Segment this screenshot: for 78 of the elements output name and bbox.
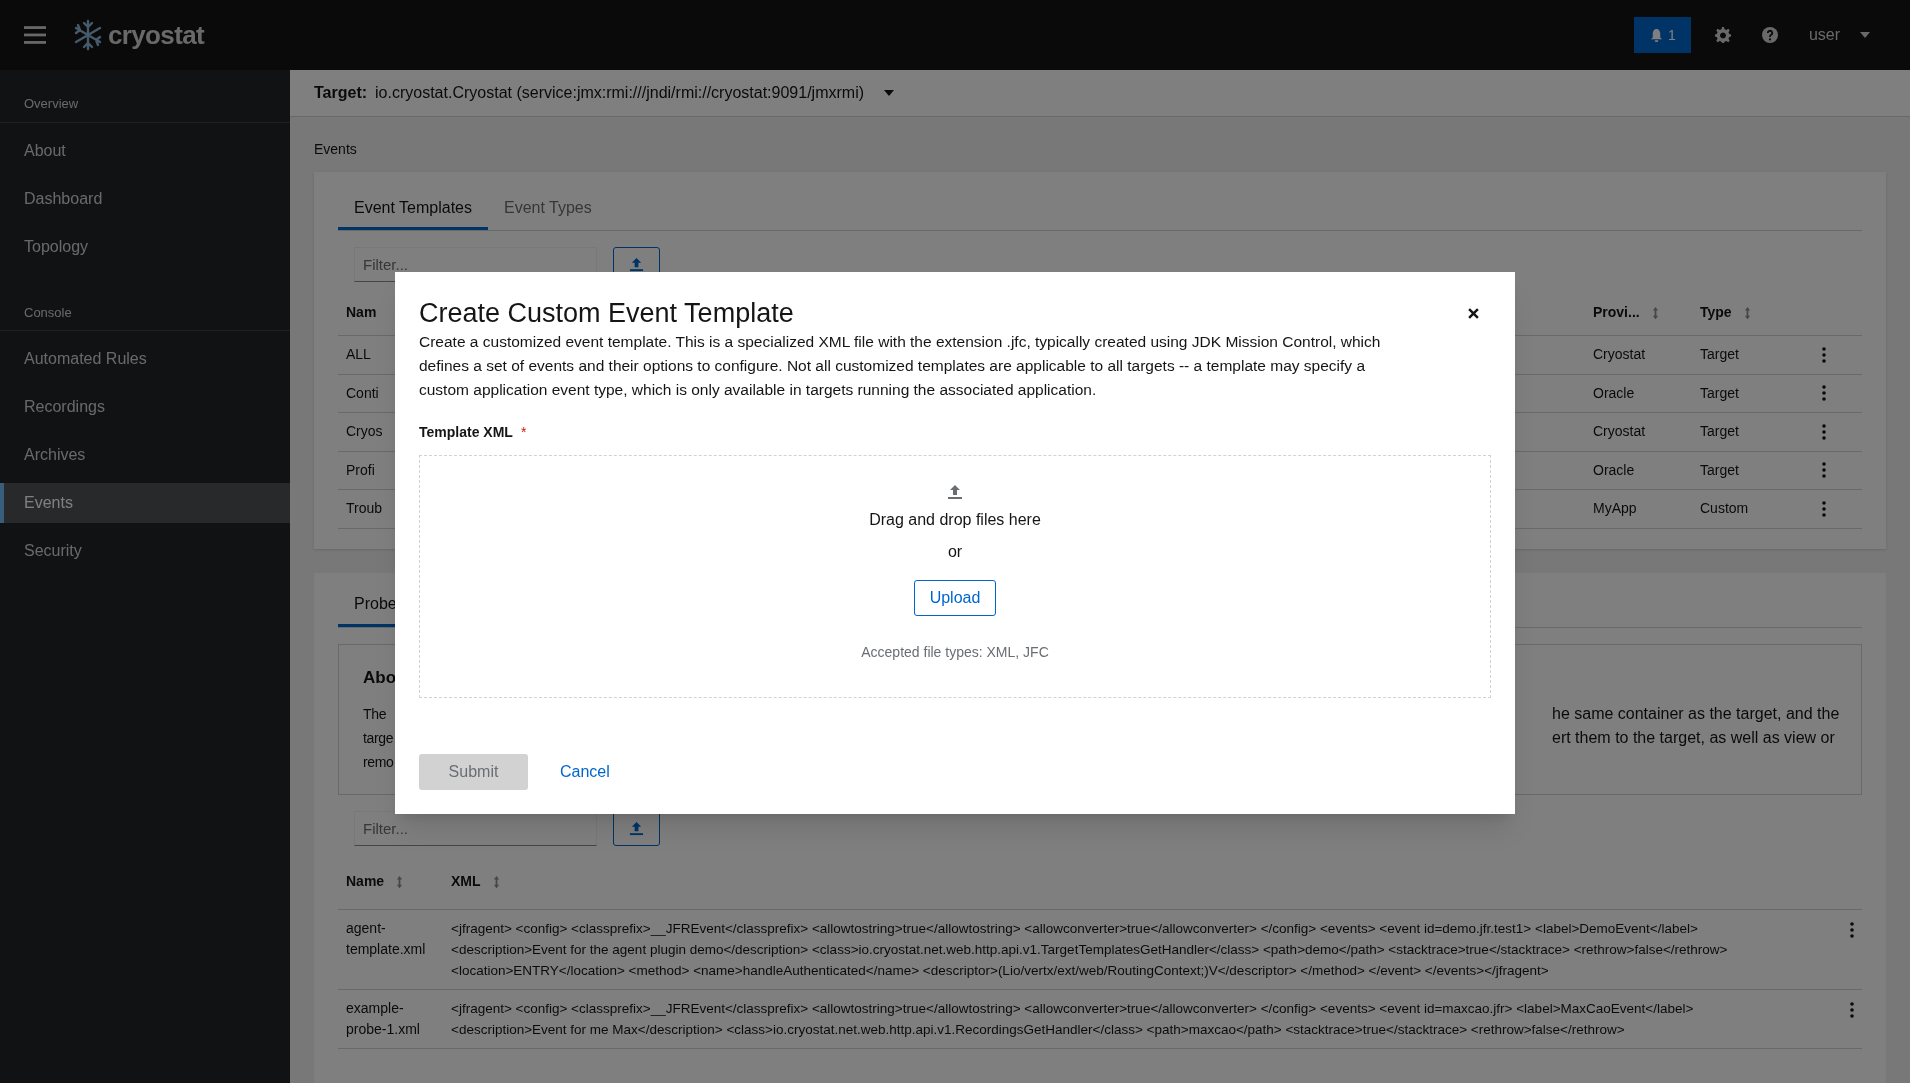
cancel-link[interactable]: Cancel	[560, 760, 610, 784]
close-icon[interactable]	[1468, 308, 1479, 319]
table-cell-text: Target	[1700, 383, 1740, 403]
table-cell-text: Target	[1700, 460, 1740, 480]
help-icon[interactable]	[1761, 27, 1778, 43]
file-drop-zone[interactable]: Drag and drop files here or Upload Accepted file types: XML, JFC	[419, 455, 1491, 698]
or-text: or	[947, 542, 963, 562]
table-cell-text: Custom	[1700, 499, 1750, 519]
xml-text: <description>Event for the agent plugin demo</description> <class>io.cryostat.net.web.http.api.v1.TargetTemplatesGetHandler</class> <path>demo</path> <stacktrace>true</stacktrace> <rethrow>false</rethrow>	[451, 941, 1729, 959]
menu-icon[interactable]	[24, 26, 46, 44]
sidebar-item[interactable]: Recordings	[0, 387, 290, 427]
target-select[interactable]: io.cryostat.Cryostat (service:jmx:rmi:///jndi/rmi://cryostat:9091/jmxrmi)	[375, 81, 894, 105]
snowflake-logo-icon	[72, 19, 104, 51]
caret-icon	[884, 90, 894, 96]
settings-icon[interactable]	[1714, 27, 1731, 43]
table-cell-text: agent-template.xml	[346, 919, 427, 959]
sidebar-item[interactable]: Automated Rules	[0, 339, 290, 379]
kebab-icon[interactable]	[1822, 346, 1826, 363]
app-logo-text: cryostat	[108, 18, 204, 52]
table-cell-text: Oracle	[1593, 383, 1636, 403]
kebab-icon[interactable]	[1822, 385, 1826, 402]
target-label: Target:	[314, 83, 368, 103]
sidebar-item[interactable]: About	[0, 130, 290, 171]
upload-button[interactable]: Upload	[913, 580, 997, 616]
upload-icon	[629, 821, 644, 836]
kebab-icon[interactable]	[1850, 1002, 1854, 1018]
table-cell-text: Oracle	[1593, 460, 1636, 480]
drop-text: Drag and drop files here	[869, 510, 1041, 530]
about-text: ert them to the target, as well as view or	[1552, 728, 1836, 748]
about-text: remo	[363, 753, 394, 772]
table-cell-text: Troub	[346, 499, 384, 519]
about-title: Abo	[363, 666, 398, 689]
upload-icon	[947, 484, 963, 500]
modal-description: Create a customized event template. This is a specialized XML file with the extension .jfc, typically created using JDK Mission Control, which defines a set of events and their options to configure. Not all customized templates are applicable to all targets -- a template may specify a custom application event type, which is only available in targets running the associated application.	[419, 332, 1382, 400]
upload-icon	[629, 257, 644, 272]
about-text: he same container as the target, and the	[1552, 704, 1837, 724]
kebab-icon[interactable]	[1822, 500, 1826, 517]
table-cell-text: Conti	[346, 383, 380, 403]
table-cell-text: MyApp	[1593, 499, 1638, 519]
page-title: Events	[314, 140, 358, 159]
xml-text: <description>Event for me Max</description> <class>io.cryostat.net.web.http.api.v1.RecordingsGetHandler</class> <path>maxcao</path> <stacktrace>true</stacktrace> <rethrow>false</rethrow>	[451, 1021, 1626, 1039]
tab[interactable]: Event Templates	[338, 188, 488, 230]
table-cell-text: example-probe-1.xml	[346, 999, 421, 1039]
column-header[interactable]: Provi...	[1593, 302, 1640, 323]
sidebar-item[interactable]: Dashboard	[0, 178, 290, 219]
kebab-icon[interactable]	[1850, 922, 1854, 938]
modal-title: Create Custom Event Template	[419, 297, 794, 330]
sidebar-item[interactable]: Topology	[0, 226, 290, 267]
xml-text: <location>ENTRY</location> <method> <name>handleAuthenticated</name> <descriptor>(Lio/vertx/ext/web/RoutingContext;)V</descriptor> </method> </event> </events></jfragent>	[451, 962, 1550, 980]
table-cell-text: Profi	[346, 460, 376, 480]
column-header[interactable]: Nam	[346, 302, 377, 323]
about-text: targe	[363, 729, 394, 748]
table-cell-text: Target	[1700, 422, 1740, 442]
sidebar-section-title: Console	[23, 303, 73, 322]
kebab-icon[interactable]	[1822, 423, 1826, 440]
caret-icon	[1860, 32, 1870, 38]
table-cell-text: Target	[1700, 345, 1740, 365]
sidebar-section-title: Overview	[23, 95, 80, 113]
sidebar-item[interactable]: Events	[0, 483, 290, 523]
required-mark: *	[520, 423, 527, 442]
kebab-icon[interactable]	[1822, 462, 1826, 479]
table-cell-text: ALL	[346, 345, 372, 365]
column-header[interactable]: Type	[1700, 302, 1732, 323]
field-label: Template XML	[419, 423, 513, 442]
accepted-types-text: Accepted file types: XML, JFC	[861, 643, 1049, 662]
table-cell-text: Cryostat	[1593, 345, 1647, 365]
xml-text: <jfragent> <config> <classprefix>__JFREvent</classprefix> <allowtostring>true</allowtostring> <allowconverter>true</allowconverter> </config> <events> <event id=maxcao.jfr> <label>MaxCaoEvent</label>	[451, 1000, 1695, 1018]
notifications-button[interactable]: 1	[1633, 17, 1691, 53]
xml-text: <jfragent> <config> <classprefix>__JFREvent</classprefix> <allowtostring>true</allowtostring> <allowconverter>true</allowconverter> </config> <events> <event id=demo.jfr.test1> <label>DemoEvent</label>	[451, 920, 1699, 938]
column-header[interactable]: XML	[451, 871, 481, 892]
user-menu[interactable]: user	[1808, 23, 1886, 47]
sidebar-item[interactable]: Archives	[0, 435, 290, 475]
column-header[interactable]: Name	[346, 871, 385, 892]
table-cell-text: Cryos	[346, 422, 384, 442]
sidebar-item[interactable]: Security	[0, 531, 290, 571]
tab[interactable]: Event Types	[488, 188, 608, 230]
table-cell-text: Cryostat	[1593, 422, 1647, 442]
about-text: The	[363, 705, 388, 724]
